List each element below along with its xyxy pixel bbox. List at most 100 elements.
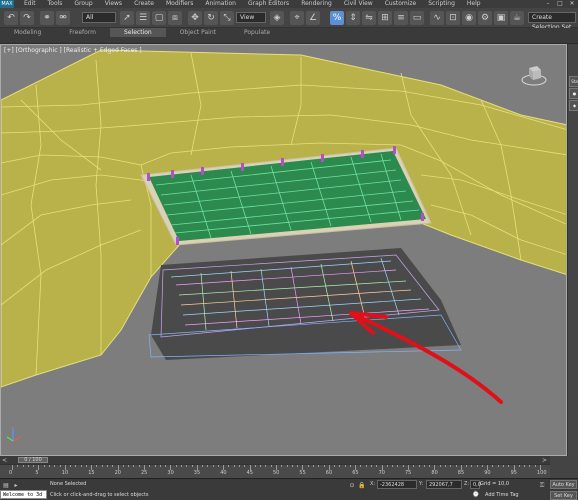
menu-item-customize[interactable]: Customize — [379, 0, 423, 8]
ribbon-tab-freeform[interactable]: Freeform — [55, 28, 110, 37]
viewcube[interactable] — [521, 62, 547, 88]
angle-snap-icon[interactable]: ∠ — [306, 11, 320, 25]
layer-icon[interactable]: ≡ — [394, 11, 408, 25]
perspective-viewport[interactable]: [+] [Orthographic ] [Realistic + Edged F… — [0, 44, 567, 456]
frame-tick — [439, 465, 441, 467]
move-icon[interactable]: ✥ — [188, 11, 202, 25]
set-key-button[interactable]: Set Key — [550, 491, 577, 500]
frame-tick — [212, 465, 214, 467]
create-shapes-icon[interactable]: ◆ — [569, 100, 578, 111]
render-icon[interactable]: ☕ — [510, 11, 524, 25]
command-panel-tab[interactable]: Sta — [569, 76, 578, 87]
schematic-icon[interactable]: ⊡ — [446, 11, 460, 25]
frame-tick — [112, 465, 114, 467]
render-frame-icon[interactable]: ▣ — [494, 11, 508, 25]
z-coordinate-field[interactable]: 0,0 — [470, 480, 481, 489]
frame-tick — [27, 465, 29, 467]
ribbon-tab-modeling[interactable]: Modeling — [0, 28, 55, 37]
menu-item-views[interactable]: Views — [99, 0, 128, 8]
redo-icon[interactable]: ↷ — [20, 11, 34, 25]
key-icon[interactable]: ⚿ — [538, 482, 546, 490]
frame-tick — [429, 465, 431, 467]
unlink-icon[interactable]: ⚮ — [56, 11, 70, 25]
selection-set-dropdown[interactable]: Create Selection Set — [528, 12, 576, 31]
frame-tick — [392, 465, 394, 467]
track-bar[interactable]: 0 5 10 15 20 25 30 35 40 45 50 55 60 65 70 75 80 85 90 95 10… — [0, 464, 550, 478]
x-coordinate-field[interactable]: -2362428 — [377, 480, 417, 489]
snap-toggle-icon[interactable]: ⌖ — [290, 11, 304, 25]
x-label: X: — [370, 481, 376, 487]
time-tag-icon[interactable]: ⌚ — [472, 491, 480, 499]
pivot-icon[interactable]: ◈ — [270, 11, 284, 25]
menu-item-group[interactable]: Group — [68, 0, 98, 8]
ribbon-tab-selection[interactable]: Selection — [110, 28, 166, 37]
frame-tick-label: 75 — [405, 470, 412, 476]
spinner-snap-icon[interactable]: ⇕ — [346, 11, 360, 25]
undo-icon[interactable]: ↶ — [4, 11, 18, 25]
menu-item-rendering[interactable]: Rendering — [295, 0, 338, 8]
frame-tick — [450, 465, 452, 467]
frame-tick — [529, 465, 531, 467]
frame-tick-label: 50 — [273, 470, 280, 476]
menu-item-edit[interactable]: Edit — [18, 0, 42, 8]
frame-tick — [481, 465, 483, 467]
frame-tick — [101, 465, 103, 467]
frame-tick-label: 35 — [193, 470, 201, 476]
rotate-icon[interactable]: ↻ — [204, 11, 218, 25]
ribbon-tab-object-paint[interactable]: Object Paint — [166, 28, 230, 37]
time-slider[interactable]: < 0 / 100 > — [0, 456, 550, 464]
minimize-button[interactable]: – — [542, 0, 554, 8]
link-icon[interactable]: ⚭ — [40, 11, 54, 25]
render-setup-icon[interactable]: ⚙ — [478, 11, 492, 25]
window-crossing-icon[interactable]: ⧈ — [168, 11, 182, 25]
y-coordinate-field[interactable]: 292067,7 — [426, 480, 462, 489]
menu-item-animation[interactable]: Animation — [199, 0, 242, 8]
maximize-button[interactable]: □ — [554, 0, 566, 8]
reference-coordinate-dropdown[interactable]: View — [236, 12, 266, 23]
frame-tick — [128, 465, 130, 467]
close-button[interactable]: ✕ — [566, 0, 578, 8]
align-icon[interactable]: ⊞ — [378, 11, 392, 25]
viewport-label[interactable]: [+] [Orthographic ] [Realistic + Edged F… — [4, 47, 142, 54]
frame-tick — [534, 465, 536, 467]
menu-item-graph-editors[interactable]: Graph Editors — [242, 0, 295, 8]
selection-filter-dropdown[interactable]: All — [82, 12, 116, 23]
listener-icon[interactable]: ▸ — [12, 482, 20, 490]
material-editor-icon[interactable]: ◉ — [462, 11, 476, 25]
frame-tick — [59, 465, 61, 467]
frame-tick — [239, 465, 241, 467]
maxscript-listener[interactable]: Welcome to 3d — [0, 490, 47, 499]
menu-item-help[interactable]: Help — [461, 0, 487, 8]
menu-item-tools[interactable]: Tools — [42, 0, 69, 8]
frame-tick — [107, 465, 109, 467]
menu-item-modifiers[interactable]: Modifiers — [160, 0, 199, 8]
isolate-icon[interactable]: ⊙ — [348, 482, 356, 490]
create-geometry-icon[interactable]: ● — [569, 88, 578, 99]
mirror-icon[interactable]: ⇋ — [362, 11, 376, 25]
menu-item-scripting[interactable]: Scripting — [422, 0, 461, 8]
time-slider-thumb[interactable]: 0 / 100 — [18, 457, 48, 463]
frame-tick — [418, 465, 420, 467]
next-frame-icon[interactable]: > — [542, 457, 547, 464]
select-object-icon[interactable]: ➚ — [120, 11, 134, 25]
frame-tick — [186, 465, 188, 467]
menu-item-civil-view[interactable]: Civil View — [338, 0, 379, 8]
frame-tick — [344, 465, 346, 467]
prev-frame-icon[interactable]: < — [2, 457, 7, 464]
curve-editor-icon[interactable]: ∿ — [430, 11, 444, 25]
maxscript-icon[interactable]: ▤ — [2, 482, 10, 490]
frame-tick — [165, 465, 167, 467]
menu-item-create[interactable]: Create — [128, 0, 160, 8]
percent-snap-icon[interactable]: % — [330, 11, 344, 25]
region-select-icon[interactable]: ▢ — [152, 11, 166, 25]
app-logo[interactable]: MAX — [0, 0, 14, 8]
lock-icon[interactable]: 🔒 — [358, 482, 366, 490]
select-by-name-icon[interactable]: ☰ — [136, 11, 150, 25]
scale-icon[interactable]: ⤡ — [220, 11, 234, 25]
frame-tick — [265, 465, 267, 467]
auto-key-button[interactable]: Auto Key — [550, 480, 577, 489]
add-time-tag[interactable]: Add Time Tag — [485, 492, 519, 498]
ribbon-tab-populate[interactable]: Populate — [230, 28, 284, 37]
ribbon-toggle-icon[interactable]: ▭ — [410, 11, 424, 25]
frame-tick — [122, 465, 124, 467]
